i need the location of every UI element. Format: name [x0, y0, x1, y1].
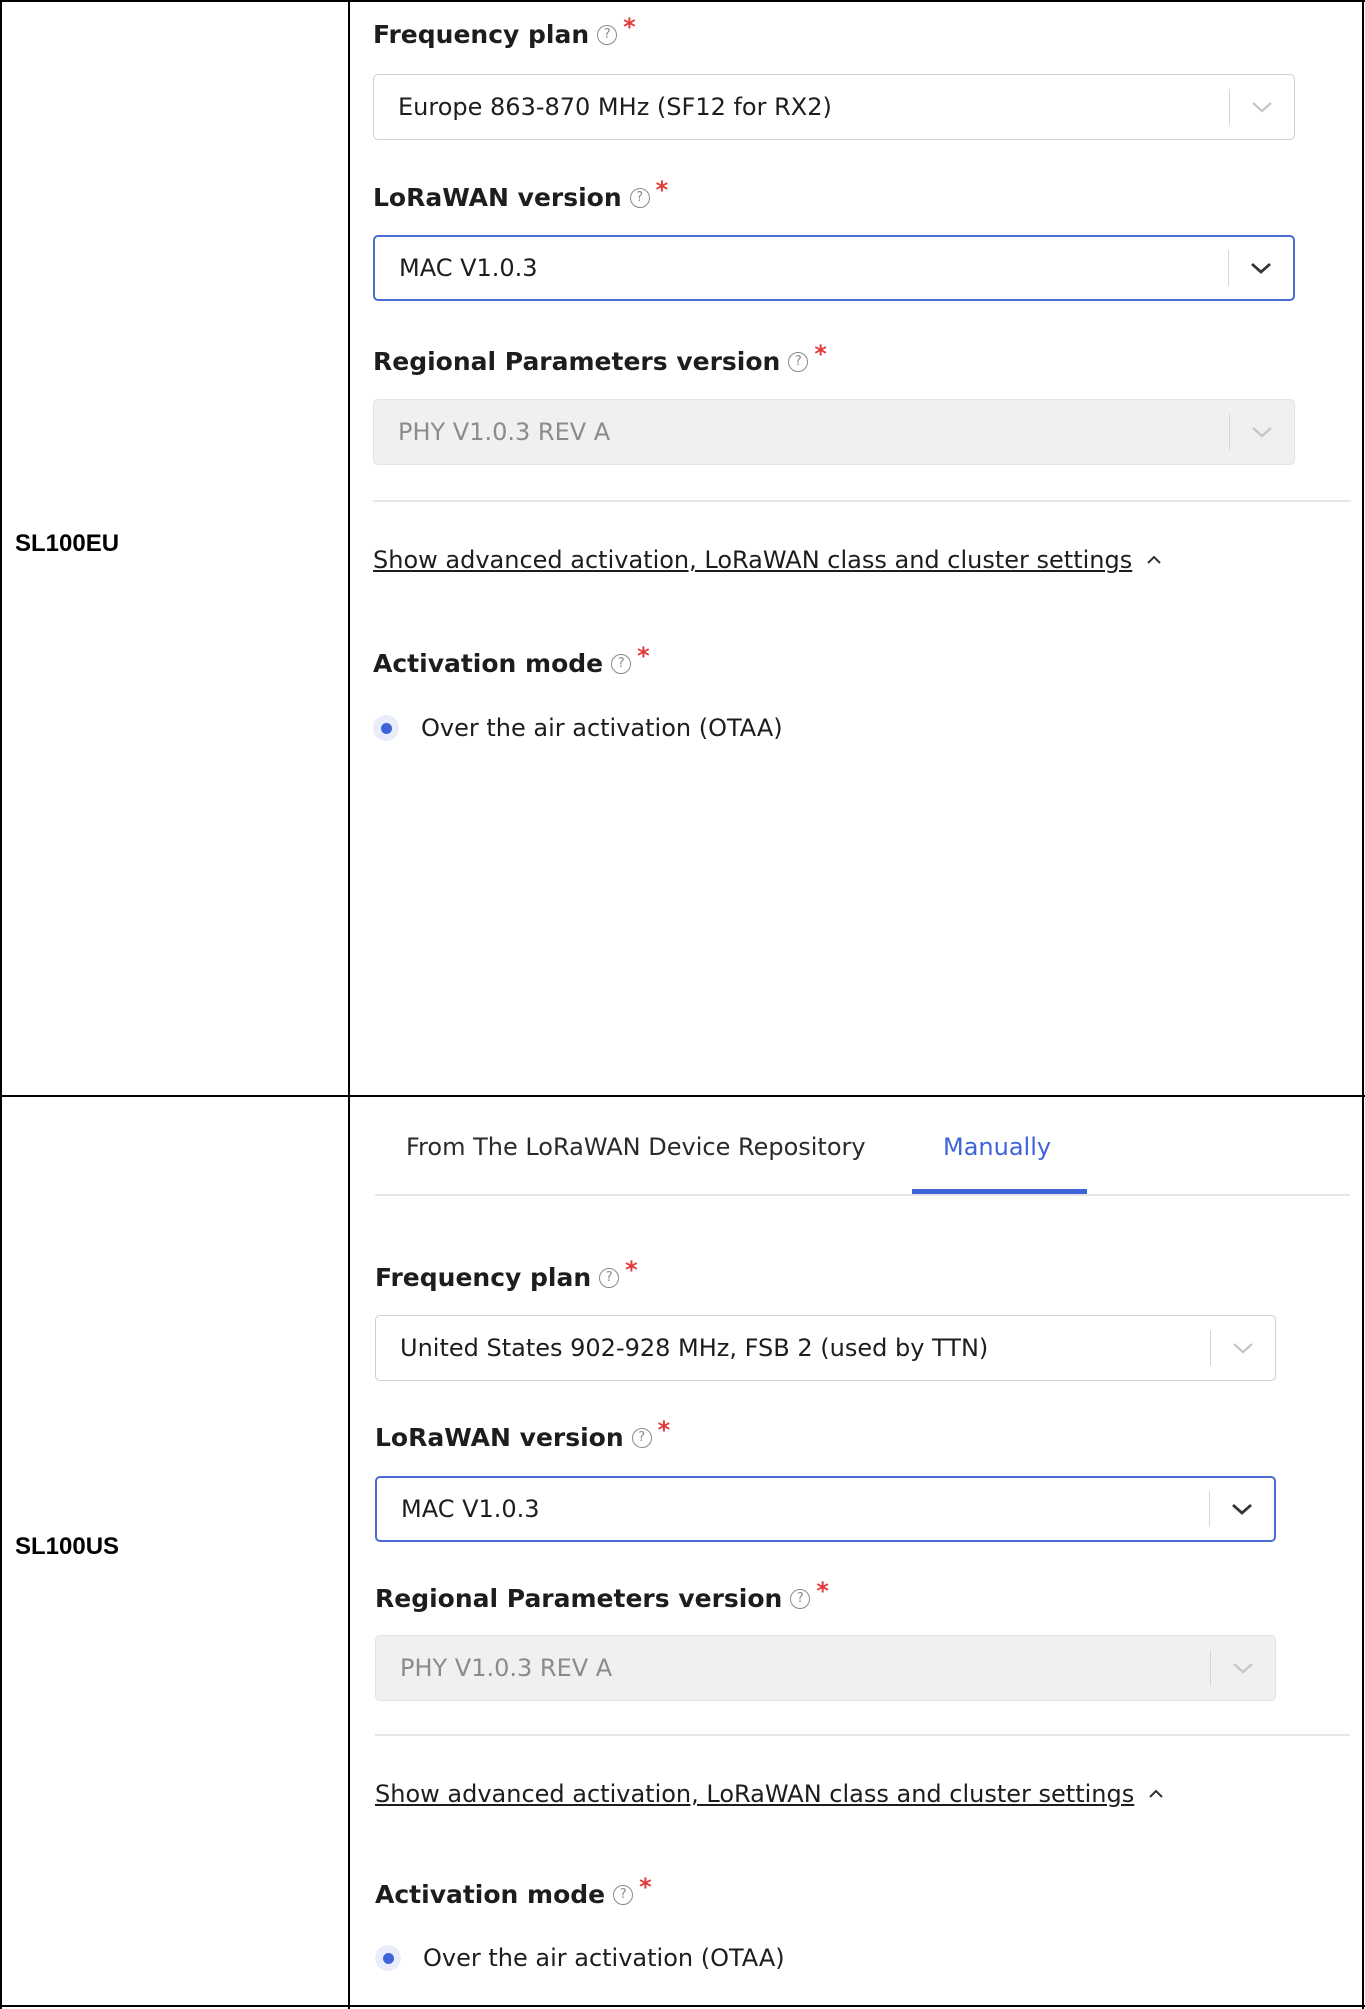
chevron-down-icon[interactable] — [1229, 261, 1293, 275]
advanced-settings-link-text[interactable]: Show advanced activation, LoRaWAN class … — [375, 1780, 1134, 1808]
required-asterisk-icon: * — [639, 1872, 652, 1901]
advanced-settings-toggle[interactable]: Show advanced activation, LoRaWAN class … — [375, 1780, 1164, 1808]
regional-parameters-select: PHY V1.0.3 REV A — [373, 399, 1295, 465]
model-name: SL100US — [15, 1533, 120, 1560]
chevron-down-icon[interactable] — [1211, 1341, 1275, 1355]
table-border-top — [0, 0, 1365, 2]
lorawan-version-label-text: LoRaWAN version — [373, 183, 622, 212]
help-icon[interactable]: ? — [629, 187, 650, 208]
tab-active-indicator — [912, 1189, 1087, 1194]
chevron-up-icon[interactable] — [1146, 554, 1162, 566]
model-name: SL100EU — [15, 530, 120, 557]
tab-manually[interactable]: Manually — [943, 1133, 1051, 1161]
required-asterisk-icon: * — [625, 1255, 638, 1284]
chevron-up-icon[interactable] — [1148, 1788, 1164, 1800]
otaa-radio-label[interactable]: Over the air activation (OTAA) — [423, 1944, 785, 1972]
table-border-bottom — [0, 2005, 1365, 2007]
advanced-settings-toggle[interactable]: Show advanced activation, LoRaWAN class … — [373, 546, 1162, 574]
required-asterisk-icon: * — [814, 339, 827, 368]
chevron-down-icon[interactable] — [1210, 1502, 1274, 1516]
frequency-plan-select[interactable]: Europe 863-870 MHz (SF12 for RX2) — [373, 74, 1295, 140]
regional-parameters-label-text: Regional Parameters version — [375, 1584, 783, 1613]
help-icon[interactable]: ? — [613, 1884, 634, 1905]
table-border-right — [1362, 0, 1364, 2009]
activation-mode-label-text: Activation mode — [375, 1880, 606, 1909]
regional-parameters-label-text: Regional Parameters version — [373, 347, 781, 376]
required-asterisk-icon: * — [655, 175, 669, 204]
regional-parameters-select: PHY V1.0.3 REV A — [375, 1635, 1276, 1701]
lorawan-version-select[interactable]: MAC V1.0.3 — [375, 1476, 1276, 1542]
table-border-left — [0, 0, 2, 2009]
chevron-down-icon[interactable] — [1230, 100, 1294, 114]
device-table: SL100EU Frequency plan ? * Europe 863-87… — [0, 0, 1365, 2009]
section-divider — [373, 500, 1351, 502]
table-column-divider — [348, 0, 350, 2009]
required-asterisk-icon: * — [657, 1415, 671, 1444]
frequency-plan-label: Frequency plan ? * — [375, 1256, 638, 1293]
lorawan-version-label: LoRaWAN version ? * — [373, 176, 668, 213]
frequency-plan-label: Frequency plan ? * — [373, 13, 636, 50]
lorawan-version-label: LoRaWAN version ? * — [375, 1416, 670, 1453]
lorawan-version-value: MAC V1.0.3 — [401, 1495, 540, 1523]
activation-mode-label: Activation mode ? * — [375, 1873, 652, 1910]
help-icon[interactable]: ? — [790, 1588, 811, 1609]
otaa-radio[interactable]: Over the air activation (OTAA) — [373, 714, 783, 742]
tab-bar-underline — [375, 1194, 1350, 1196]
chevron-down-icon — [1230, 425, 1294, 439]
radio-selected-icon[interactable] — [375, 1945, 401, 1971]
activation-mode-label: Activation mode ? * — [373, 642, 650, 679]
help-icon[interactable]: ? — [599, 1267, 620, 1288]
chevron-down-icon — [1211, 1661, 1275, 1675]
help-icon[interactable]: ? — [631, 1427, 652, 1448]
lorawan-version-label-text: LoRaWAN version — [375, 1423, 624, 1452]
frequency-plan-label-text: Frequency plan — [375, 1263, 592, 1292]
otaa-radio[interactable]: Over the air activation (OTAA) — [375, 1944, 785, 1972]
required-asterisk-icon: * — [816, 1576, 829, 1605]
regional-parameters-value: PHY V1.0.3 REV A — [400, 1654, 613, 1682]
regional-parameters-label: Regional Parameters version ? * — [373, 340, 827, 377]
help-icon[interactable]: ? — [597, 24, 618, 45]
advanced-settings-link-text[interactable]: Show advanced activation, LoRaWAN class … — [373, 546, 1132, 574]
radio-selected-icon[interactable] — [373, 715, 399, 741]
otaa-radio-label[interactable]: Over the air activation (OTAA) — [421, 714, 783, 742]
frequency-plan-value: United States 902-928 MHz, FSB 2 (used b… — [400, 1334, 989, 1362]
lorawan-version-select[interactable]: MAC V1.0.3 — [373, 235, 1295, 301]
tab-device-repository[interactable]: From The LoRaWAN Device Repository — [406, 1133, 866, 1161]
section-divider — [375, 1734, 1350, 1736]
frequency-plan-label-text: Frequency plan — [373, 20, 590, 49]
regional-parameters-label: Regional Parameters version ? * — [375, 1577, 829, 1614]
table-row-divider — [0, 1095, 1365, 1097]
activation-mode-label-text: Activation mode — [373, 649, 604, 678]
help-icon[interactable]: ? — [788, 351, 809, 372]
help-icon[interactable]: ? — [611, 653, 632, 674]
required-asterisk-icon: * — [637, 641, 650, 670]
required-asterisk-icon: * — [623, 12, 636, 41]
frequency-plan-value: Europe 863-870 MHz (SF12 for RX2) — [398, 93, 832, 121]
lorawan-version-value: MAC V1.0.3 — [399, 254, 538, 282]
regional-parameters-value: PHY V1.0.3 REV A — [398, 418, 611, 446]
frequency-plan-select[interactable]: United States 902-928 MHz, FSB 2 (used b… — [375, 1315, 1276, 1381]
